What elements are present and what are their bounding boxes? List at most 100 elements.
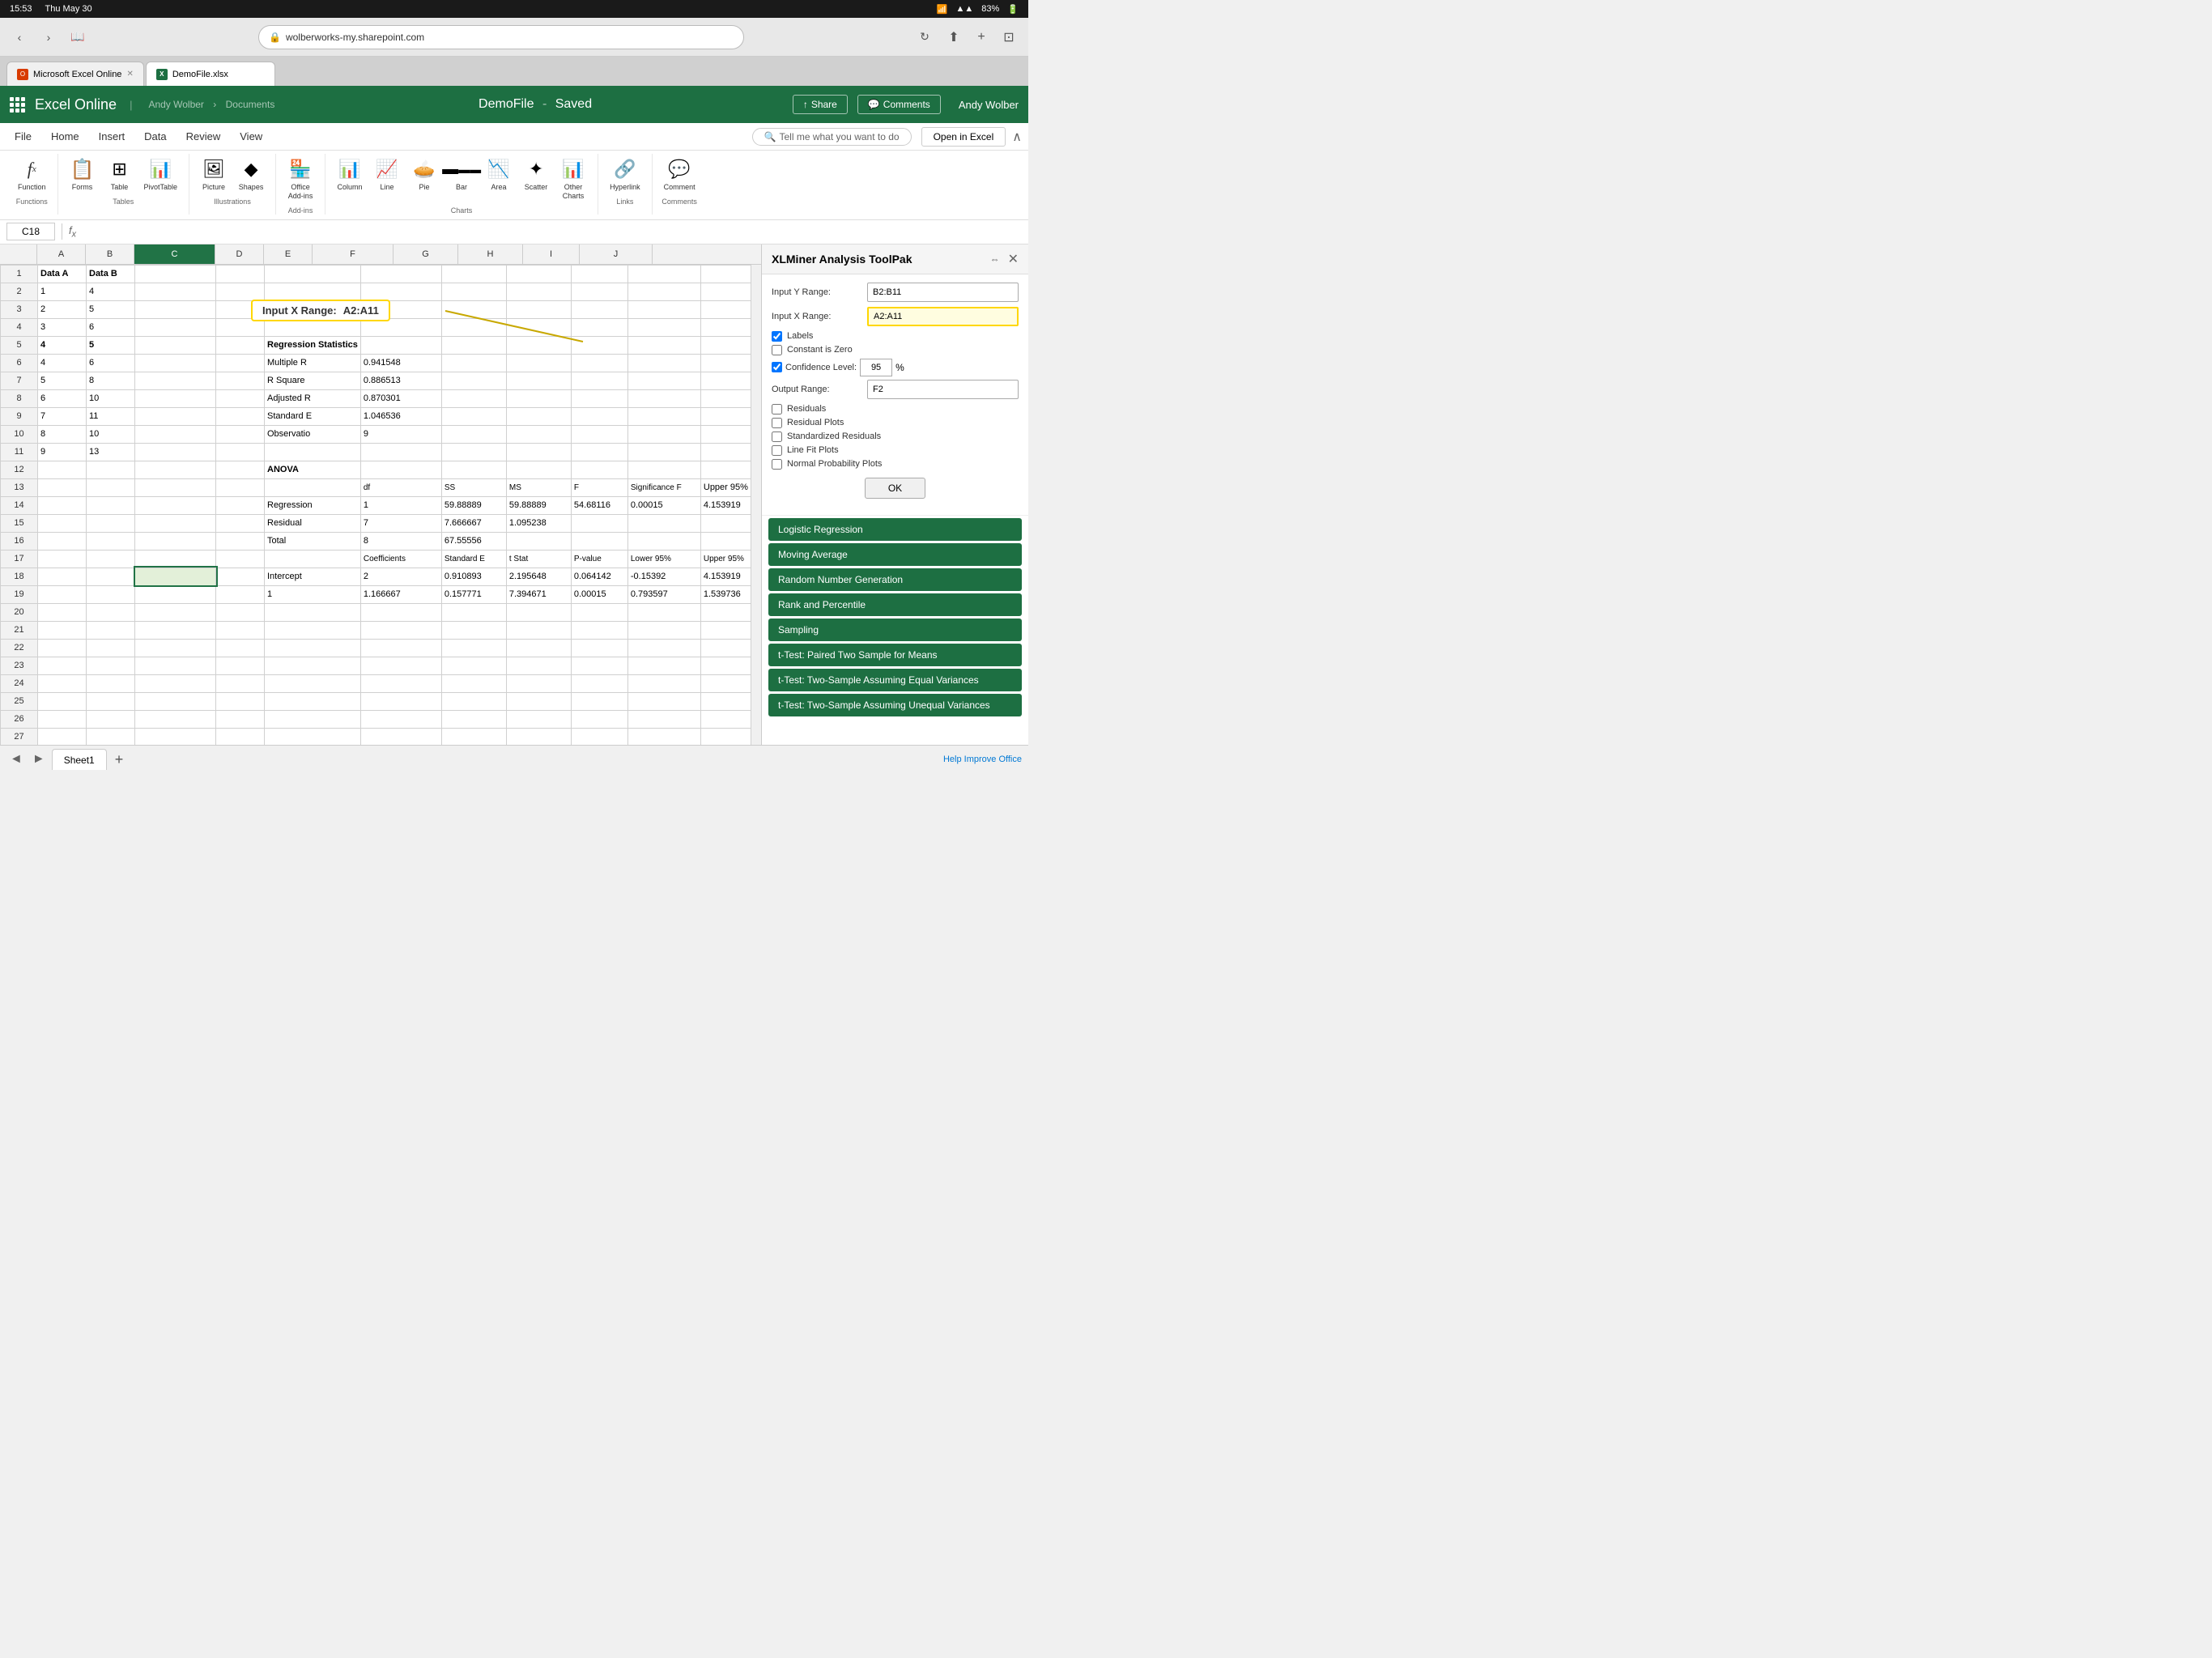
tool-random-number[interactable]: Random Number Generation [768,568,1022,591]
output-range-field[interactable] [867,380,1019,399]
cell-C1[interactable] [135,265,216,283]
cell-H2[interactable] [506,283,571,300]
cell-H18[interactable]: 2.195648 [506,568,571,585]
cell-extra1-2[interactable] [700,283,751,300]
cell-E15[interactable]: Residual [265,514,361,532]
cell-D21[interactable] [216,621,265,639]
add-sheet-button[interactable]: + [110,751,129,768]
cell-F5[interactable] [360,336,441,354]
cell-extra1-1[interactable] [700,265,751,283]
col-header-h[interactable]: H [458,244,523,264]
cell-E17[interactable] [265,550,361,568]
cell-G15[interactable]: 7.666667 [441,514,506,532]
cell-B22[interactable] [87,639,135,657]
back-button[interactable]: ‹ [8,26,31,49]
cell-A26[interactable] [38,710,87,728]
cell-A20[interactable] [38,603,87,621]
cell-G9[interactable] [441,407,506,425]
cell-D15[interactable] [216,514,265,532]
cell-F14[interactable]: 1 [360,496,441,514]
panel-close-button[interactable]: ✕ [1008,251,1019,267]
cell-D24[interactable] [216,674,265,692]
cell-extra1-25[interactable] [700,692,751,710]
input-y-field[interactable] [867,283,1019,302]
cell-C2[interactable] [135,283,216,300]
reload-button[interactable]: ↻ [913,26,936,49]
waffle-menu[interactable] [10,97,25,113]
cell-G1[interactable] [441,265,506,283]
cell-F2[interactable] [360,283,441,300]
cell-extra1-10[interactable] [700,425,751,443]
cell-extra1-12[interactable] [700,461,751,478]
share-button[interactable]: ↑ Share [793,95,848,114]
cell-G25[interactable] [441,692,506,710]
tool-moving-average[interactable]: Moving Average [768,543,1022,566]
cell-J6[interactable] [627,354,700,372]
cell-A16[interactable] [38,532,87,550]
ribbon-column-button[interactable]: 📊 Column [332,154,368,203]
cell-extra1-17[interactable]: Upper 95% [700,550,751,568]
cell-E23[interactable] [265,657,361,674]
cell-H23[interactable] [506,657,571,674]
cell-D1[interactable] [216,265,265,283]
cell-I5[interactable] [571,336,627,354]
col-header-d[interactable]: D [215,244,264,264]
cell-A21[interactable] [38,621,87,639]
cell-J12[interactable] [627,461,700,478]
cell-C11[interactable] [135,443,216,461]
cell-A15[interactable] [38,514,87,532]
cell-F19[interactable]: 1.166667 [360,585,441,603]
cell-I11[interactable] [571,443,627,461]
cell-D8[interactable] [216,389,265,407]
cell-I23[interactable] [571,657,627,674]
cell-C12[interactable] [135,461,216,478]
cell-J10[interactable] [627,425,700,443]
cell-D5[interactable] [216,336,265,354]
col-header-a[interactable]: A [37,244,86,264]
cell-extra1-14[interactable]: 4.153919 [700,496,751,514]
cell-A6[interactable]: 4 [38,354,87,372]
cell-H14[interactable]: 59.88889 [506,496,571,514]
cell-G19[interactable]: 0.157771 [441,585,506,603]
cell-I12[interactable] [571,461,627,478]
cell-B24[interactable] [87,674,135,692]
cell-B12[interactable] [87,461,135,478]
cell-J4[interactable] [627,318,700,336]
cell-H25[interactable] [506,692,571,710]
cell-C4[interactable] [135,318,216,336]
cell-G23[interactable] [441,657,506,674]
cell-E2[interactable] [265,283,361,300]
col-header-f[interactable]: F [313,244,393,264]
cell-B16[interactable] [87,532,135,550]
cell-B15[interactable] [87,514,135,532]
menu-view[interactable]: View [232,127,270,146]
cell-G12[interactable] [441,461,506,478]
cell-J18[interactable]: -0.15392 [627,568,700,585]
cell-H12[interactable] [506,461,571,478]
cell-B23[interactable] [87,657,135,674]
cell-H4[interactable] [506,318,571,336]
cell-C5[interactable] [135,336,216,354]
cell-F20[interactable] [360,603,441,621]
cell-A13[interactable] [38,478,87,496]
ribbon-shapes-button[interactable]: ◆ Shapes [233,154,269,194]
cell-I17[interactable]: P-value [571,550,627,568]
cell-H26[interactable] [506,710,571,728]
cell-E12[interactable]: ANOVA [265,461,361,478]
cell-H1[interactable] [506,265,571,283]
cell-F24[interactable] [360,674,441,692]
collapse-ribbon-button[interactable]: ∧ [1012,129,1022,145]
bookmarks-button[interactable]: 📖 [66,26,89,49]
cell-I24[interactable] [571,674,627,692]
cell-A5[interactable]: 4 [38,336,87,354]
cell-C7[interactable] [135,372,216,389]
cell-extra1-16[interactable] [700,532,751,550]
tab-office-close[interactable]: ✕ [126,70,133,79]
cell-F21[interactable] [360,621,441,639]
cell-G16[interactable]: 67.55556 [441,532,506,550]
cell-D9[interactable] [216,407,265,425]
cell-I6[interactable] [571,354,627,372]
prev-sheet-button[interactable]: ◄ [6,752,26,767]
cell-G10[interactable] [441,425,506,443]
cell-G6[interactable] [441,354,506,372]
